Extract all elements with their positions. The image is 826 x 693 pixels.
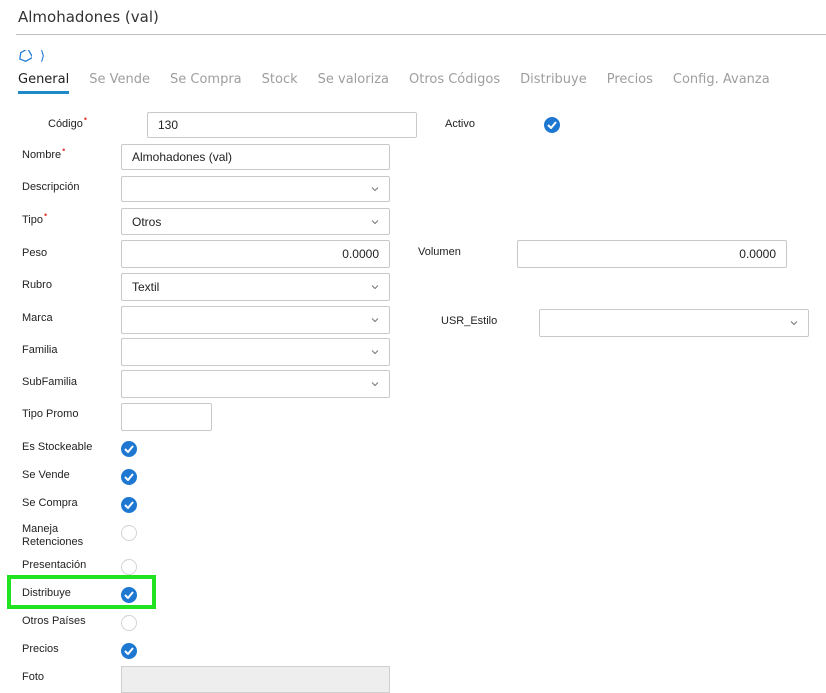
es-stockeable-checkbox[interactable]	[121, 441, 137, 457]
checkmark-icon	[547, 121, 557, 129]
title-divider	[16, 34, 826, 35]
rubro-label: Rubro	[22, 279, 52, 291]
peso-value: 0.0000	[342, 247, 379, 261]
familia-select[interactable]	[121, 338, 390, 366]
chevron-down-icon	[790, 321, 798, 326]
tab-distribuye[interactable]: Distribuye	[520, 72, 587, 91]
maneja-retenciones-label: Maneja Retenciones	[22, 523, 84, 548]
peso-label: Peso	[22, 247, 48, 259]
distribuye-checkbox[interactable]	[121, 587, 137, 603]
presentacion-label: Presentación	[22, 559, 87, 571]
rubro-select[interactable]: Textil	[121, 273, 390, 301]
tipo-select[interactable]: Otros	[121, 208, 390, 235]
breadcrumb-separator: ⟩	[40, 48, 46, 63]
familia-label: Familia	[22, 344, 58, 356]
presentacion-checkbox[interactable]	[121, 559, 137, 575]
volumen-label: Volumen	[418, 246, 461, 258]
se-compra-label: Se Compra	[22, 497, 78, 509]
tab-config-avanzada[interactable]: Config. Avanza	[673, 72, 770, 91]
chevron-down-icon	[371, 187, 379, 192]
usr-estilo-select[interactable]	[539, 309, 809, 337]
subfamilia-label: SubFamilia	[22, 376, 78, 388]
marca-select[interactable]	[121, 306, 390, 334]
nombre-value: Almohadones (val)	[132, 150, 233, 164]
precios-checkbox[interactable]	[121, 643, 137, 659]
chevron-down-icon	[371, 382, 379, 387]
rubro-value: Textil	[132, 280, 160, 294]
chevron-down-icon	[371, 350, 379, 355]
tab-bar: General Se Vende Se Compra Stock Se valo…	[18, 72, 790, 94]
se-vende-checkbox[interactable]	[121, 469, 137, 485]
checkmark-icon	[124, 591, 134, 599]
tab-precios[interactable]: Precios	[607, 72, 653, 91]
tab-se-compra[interactable]: Se Compra	[170, 72, 242, 91]
tag-icon[interactable]	[18, 50, 32, 62]
page-title: Almohadones (val)	[18, 8, 159, 26]
peso-input[interactable]: 0.0000	[121, 240, 390, 268]
chevron-down-icon	[371, 318, 379, 323]
otros-paises-label: Otros Países	[22, 615, 86, 627]
usr-estilo-label: USR_Estilo	[441, 315, 498, 327]
maneja-retenciones-checkbox[interactable]	[121, 525, 137, 541]
codigo-input[interactable]: 130	[147, 112, 417, 138]
activo-checkbox[interactable]	[544, 117, 560, 133]
tab-otros-codigos[interactable]: Otros Códigos	[409, 72, 500, 91]
foto-upload[interactable]	[121, 666, 390, 693]
tipo-label: Tipo	[22, 214, 46, 227]
distribuye-label: Distribuye	[22, 587, 71, 599]
checkmark-icon	[124, 501, 134, 509]
nombre-input[interactable]: Almohadones (val)	[121, 144, 390, 170]
checkmark-icon	[124, 445, 134, 453]
volumen-value: 0.0000	[739, 247, 776, 261]
otros-paises-checkbox[interactable]	[121, 615, 137, 631]
codigo-label: Código	[48, 118, 86, 131]
descripcion-label: Descripción	[22, 181, 80, 193]
precios-label: Precios	[22, 643, 59, 655]
descripcion-textarea[interactable]	[121, 176, 390, 202]
se-vende-label: Se Vende	[22, 469, 70, 481]
tipo-value: Otros	[132, 214, 162, 229]
nombre-label: Nombre	[22, 149, 64, 162]
volumen-input[interactable]: 0.0000	[517, 240, 787, 268]
tipo-promo-input[interactable]	[121, 403, 212, 431]
chevron-down-icon	[371, 285, 379, 290]
tab-se-valoriza[interactable]: Se valoriza	[318, 72, 389, 91]
codigo-value: 130	[158, 118, 179, 132]
tab-se-vende[interactable]: Se Vende	[89, 72, 150, 91]
marca-label: Marca	[22, 312, 53, 324]
foto-label: Foto	[22, 671, 45, 683]
breadcrumb: ⟩	[18, 48, 45, 64]
checkmark-icon	[124, 473, 134, 481]
subfamilia-select[interactable]	[121, 370, 390, 398]
checkmark-icon	[124, 647, 134, 655]
chevron-down-icon	[371, 219, 379, 224]
se-compra-checkbox[interactable]	[121, 497, 137, 513]
activo-label: Activo	[445, 118, 475, 130]
tipo-promo-label: Tipo Promo	[22, 408, 79, 420]
tab-stock[interactable]: Stock	[262, 72, 298, 91]
tab-general[interactable]: General	[18, 72, 70, 94]
es-stockeable-label: Es Stockeable	[22, 441, 93, 453]
